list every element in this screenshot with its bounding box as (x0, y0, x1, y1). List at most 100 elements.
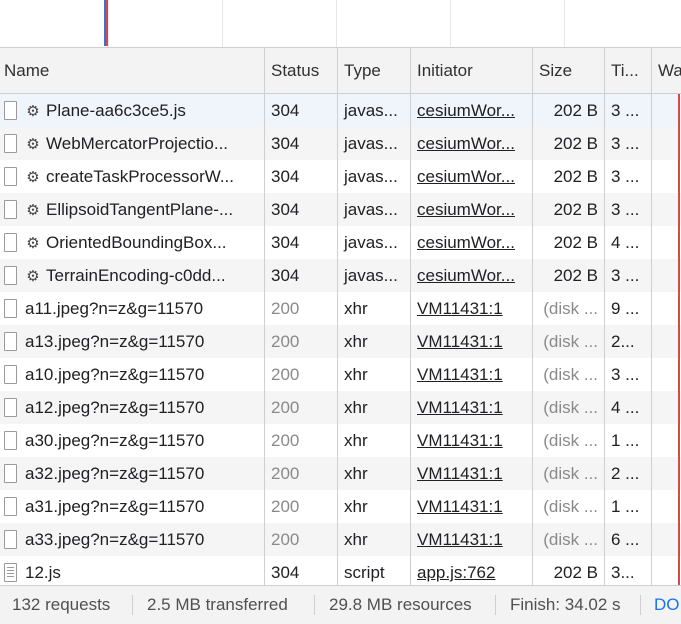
column-header-initiator[interactable]: Initiator (411, 48, 533, 93)
cell-initiator-value[interactable]: app.js:762 (417, 563, 495, 582)
cell-size-value: (disk ... (543, 530, 598, 549)
cell-initiator-value[interactable]: VM11431:1 (417, 332, 503, 351)
cell-name[interactable]: a10.jpeg?n=z&g=11570 (0, 358, 265, 391)
cell-name[interactable]: ⚙ EllipsoidTangentPlane-... (0, 193, 265, 226)
cell-initiator[interactable]: cesiumWor... (411, 127, 533, 160)
cell-initiator-value[interactable]: cesiumWor... (417, 200, 515, 219)
cell-initiator-value[interactable]: VM11431:1 (417, 497, 503, 516)
cell-name[interactable]: ⚙ createTaskProcessorW... (0, 160, 265, 193)
cell-initiator[interactable]: cesiumWor... (411, 193, 533, 226)
network-overview-timeline[interactable] (0, 0, 681, 48)
cell-time: 4 ... (605, 226, 652, 259)
cell-initiator[interactable]: cesiumWor... (411, 160, 533, 193)
table-row[interactable]: ⚙ OrientedBoundingBox... 304 javas... cesium… (0, 226, 681, 259)
load-event-line (678, 292, 680, 325)
table-row[interactable]: a10.jpeg?n=z&g=11570 200 xhr VM11431:1 (disk… (0, 358, 681, 391)
column-header-size[interactable]: Size (533, 48, 605, 93)
cell-time-value: 3... (611, 563, 635, 582)
request-name: a11.jpeg?n=z&g=11570 (25, 299, 204, 318)
finish-time: Finish: 34.02 s (510, 595, 621, 614)
cell-name[interactable]: ⚙ TerrainEncoding-c0dd... (0, 259, 265, 292)
cell-initiator-value[interactable]: VM11431:1 (417, 398, 503, 417)
column-header-type[interactable]: Type (338, 48, 411, 93)
cell-time-value: 4 ... (611, 398, 640, 417)
request-name: a31.jpeg?n=z&g=11570 (25, 497, 205, 516)
table-row[interactable]: ⚙ Plane-aa6c3ce5.js 304 javas... cesiumWor..… (0, 94, 681, 127)
cell-initiator[interactable]: VM11431:1 (411, 358, 533, 391)
cell-initiator[interactable]: VM11431:1 (411, 424, 533, 457)
cell-status: 200 (265, 292, 338, 325)
table-row[interactable]: ⚙ WebMercatorProjectio... 304 javas... cesiu… (0, 127, 681, 160)
cell-initiator[interactable]: cesiumWor... (411, 259, 533, 292)
cell-initiator-value[interactable]: cesiumWor... (417, 233, 515, 252)
table-row[interactable]: a33.jpeg?n=z&g=11570 200 xhr VM11431:1 (disk… (0, 523, 681, 556)
cell-waterfall (652, 424, 681, 457)
cell-initiator-value[interactable]: VM11431:1 (417, 530, 503, 549)
request-name: a30.jpeg?n=z&g=11570 (25, 431, 205, 450)
file-icon (4, 299, 17, 318)
cell-waterfall (652, 325, 681, 358)
table-row[interactable]: a30.jpeg?n=z&g=11570 200 xhr VM11431:1 (disk… (0, 424, 681, 457)
table-row[interactable]: a12.jpeg?n=z&g=11570 200 xhr VM11431:1 (disk… (0, 391, 681, 424)
file-icon (4, 101, 17, 120)
cell-status: 304 (265, 226, 338, 259)
cell-name[interactable]: ⚙ OrientedBoundingBox... (0, 226, 265, 259)
cell-time: 3 ... (605, 259, 652, 292)
cell-time-value: 3 ... (611, 167, 640, 186)
cell-name[interactable]: a13.jpeg?n=z&g=11570 (0, 325, 265, 358)
cell-status-value: 304 (271, 101, 300, 120)
cell-initiator-value[interactable]: VM11431:1 (417, 431, 503, 450)
cell-type-value: xhr (344, 497, 368, 516)
cell-initiator[interactable]: cesiumWor... (411, 226, 533, 259)
table-row[interactable]: a13.jpeg?n=z&g=11570 200 xhr VM11431:1 (disk… (0, 325, 681, 358)
cell-initiator[interactable]: cesiumWor... (411, 94, 533, 127)
table-row[interactable]: a31.jpeg?n=z&g=11570 200 xhr VM11431:1 (disk… (0, 490, 681, 523)
request-name: createTaskProcessorW... (46, 167, 235, 186)
cell-name[interactable]: ⚙ Plane-aa6c3ce5.js (0, 94, 265, 127)
cell-initiator[interactable]: VM11431:1 (411, 523, 533, 556)
cell-initiator[interactable]: VM11431:1 (411, 391, 533, 424)
load-event-line (678, 490, 680, 523)
cell-initiator-value[interactable]: VM11431:1 (417, 299, 503, 318)
column-header-waterfall[interactable]: Wa (652, 48, 681, 93)
cell-name[interactable]: a12.jpeg?n=z&g=11570 (0, 391, 265, 424)
cell-name[interactable]: a32.jpeg?n=z&g=11570 (0, 457, 265, 490)
cell-initiator[interactable]: VM11431:1 (411, 325, 533, 358)
column-header-status[interactable]: Status (265, 48, 338, 93)
table-row[interactable]: ⚙ createTaskProcessorW... 304 javas... cesiu… (0, 160, 681, 193)
cell-time-value: 1 ... (611, 431, 640, 450)
cell-time: 3 ... (605, 127, 652, 160)
column-header-time[interactable]: Ti... (605, 48, 652, 93)
cell-size-value: 202 B (553, 200, 598, 219)
cell-initiator-value[interactable]: VM11431:1 (417, 365, 503, 384)
table-row[interactable]: ⚙ TerrainEncoding-c0dd... 304 javas... cesiu… (0, 259, 681, 292)
cell-name[interactable]: a31.jpeg?n=z&g=11570 (0, 490, 265, 523)
request-name: EllipsoidTangentPlane-... (46, 200, 234, 219)
request-name: a10.jpeg?n=z&g=11570 (25, 365, 205, 384)
cell-initiator-value[interactable]: cesiumWor... (417, 266, 515, 285)
cell-name[interactable]: a30.jpeg?n=z&g=11570 (0, 424, 265, 457)
transferred-size: 2.5 MB transferred (147, 595, 288, 614)
table-row[interactable]: a32.jpeg?n=z&g=11570 200 xhr VM11431:1 (disk… (0, 457, 681, 490)
cell-type: xhr (338, 457, 411, 490)
cell-waterfall (652, 226, 681, 259)
cell-initiator[interactable]: VM11431:1 (411, 457, 533, 490)
table-row[interactable]: a11.jpeg?n=z&g=11570 200 xhr VM11431:1 (disk… (0, 292, 681, 325)
cell-initiator-value[interactable]: VM11431:1 (417, 464, 503, 483)
file-icon (4, 431, 17, 450)
cell-name[interactable]: a33.jpeg?n=z&g=11570 (0, 523, 265, 556)
column-header-name[interactable]: Name (0, 48, 265, 93)
cell-waterfall (652, 259, 681, 292)
cell-name[interactable]: a11.jpeg?n=z&g=11570 (0, 292, 265, 325)
file-icon (4, 398, 17, 417)
cell-initiator-value[interactable]: cesiumWor... (417, 101, 515, 120)
cell-type: javas... (338, 127, 411, 160)
cell-initiator-value[interactable]: cesiumWor... (417, 134, 515, 153)
cell-status-value: 200 (271, 299, 300, 318)
cell-initiator[interactable]: VM11431:1 (411, 490, 533, 523)
cell-name[interactable]: ⚙ WebMercatorProjectio... (0, 127, 265, 160)
cell-size: 202 B (533, 226, 605, 259)
cell-initiator[interactable]: VM11431:1 (411, 292, 533, 325)
table-row[interactable]: ⚙ EllipsoidTangentPlane-... 304 javas... ces… (0, 193, 681, 226)
cell-initiator-value[interactable]: cesiumWor... (417, 167, 515, 186)
